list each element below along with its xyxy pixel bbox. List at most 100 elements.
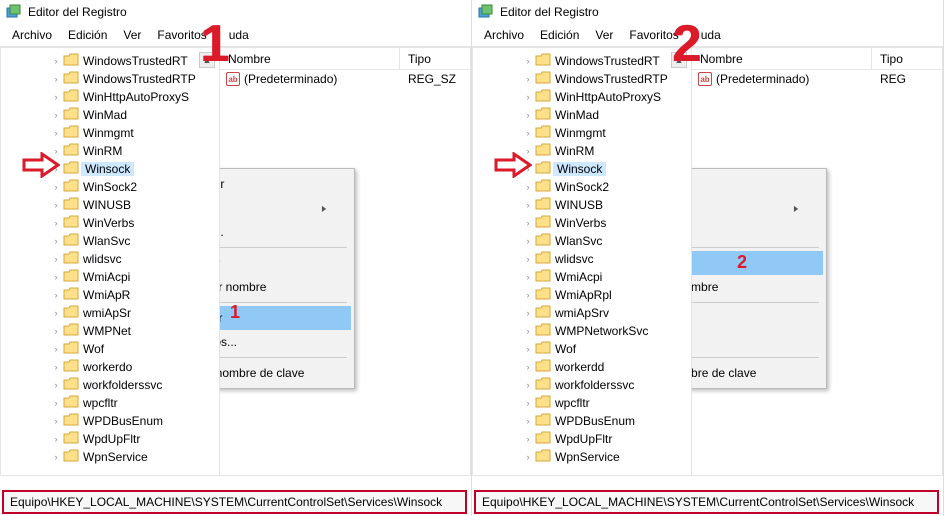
tree-item[interactable]: ›workfolderssvc [43,376,219,394]
chevron-right-icon[interactable]: › [51,74,61,84]
cm-expand[interactable]: Expandir [220,172,351,196]
value-row[interactable]: ab (Predeterminado) REG_SZ [220,70,470,88]
tree-item[interactable]: ›WPDBusEnum [43,412,219,430]
tree-item[interactable]: ›WinMad [515,106,691,124]
tree-item[interactable]: ›WinHttpAutoProxyS [515,88,691,106]
tree-item[interactable]: ›WinVerbs [515,214,691,232]
chevron-right-icon[interactable]: › [523,56,533,66]
tree-item[interactable]: ›Wof [515,340,691,358]
chevron-right-icon[interactable]: › [523,236,533,246]
cm-find[interactable]: Buscar... [692,220,823,244]
menu-edit[interactable]: Edición [62,26,113,44]
values-pane[interactable]: Nombre Tipo ab (Predeterminado) REG_SZ E… [220,47,471,476]
column-type[interactable]: Tipo [400,52,470,66]
chevron-right-icon[interactable]: › [51,200,61,210]
tree-item[interactable]: ›WinHttpAutoProxyS [43,88,219,106]
chevron-right-icon[interactable]: › [523,110,533,120]
tree-item[interactable]: ›WMPNet [43,322,219,340]
tree-item[interactable]: ›WinSock2 [43,178,219,196]
chevron-right-icon[interactable]: › [523,92,533,102]
tree-item[interactable]: ›Winmgmt [43,124,219,142]
chevron-right-icon[interactable]: › [51,308,61,318]
column-name[interactable]: Nombre [692,48,872,69]
cm-perms[interactable]: Permisos... [220,330,351,354]
cm-new[interactable]: Nuevo [692,196,823,220]
chevron-right-icon[interactable]: › [523,272,533,282]
chevron-right-icon[interactable]: › [51,452,61,462]
tree-item[interactable]: ›workerdo [43,358,219,376]
tree-item[interactable]: ›WmiApR [43,286,219,304]
tree-item[interactable]: ›wmiApSr [43,304,219,322]
chevron-right-icon[interactable]: › [51,236,61,246]
cm-delete[interactable]: Eliminar [220,251,351,275]
tree-item[interactable]: ›WINUSB [43,196,219,214]
chevron-right-icon[interactable]: › [523,344,533,354]
tree-item[interactable]: ›WlanSvc [43,232,219,250]
tree-item[interactable]: ›Winsock [43,160,219,178]
cm-perms[interactable]: Permisos... [692,330,823,354]
cm-rename[interactable]: Cambiar nombre [692,275,823,299]
chevron-right-icon[interactable]: › [51,344,61,354]
chevron-right-icon[interactable]: › [523,218,533,228]
tree-item[interactable]: ›WpdUpFltr [43,430,219,448]
tree-item[interactable]: ›WindowsTrustedRTP [515,70,691,88]
chevron-right-icon[interactable]: › [51,398,61,408]
tree-item[interactable]: ›WindowsTrustedRT [515,52,691,70]
chevron-right-icon[interactable]: › [523,74,533,84]
cm-copykey[interactable]: Copiar nombre de clave [692,361,823,385]
cm-find[interactable]: Buscar... [220,220,351,244]
menu-file[interactable]: Archivo [6,26,58,44]
tree-item[interactable]: ›wlidsvc [43,250,219,268]
tree-item[interactable]: ›Winsock [515,160,691,178]
tree-item[interactable]: ›WPDBusEnum [515,412,691,430]
tree-item[interactable]: ›WlanSvc [515,232,691,250]
tree-item[interactable]: ›workerdd [515,358,691,376]
values-pane[interactable]: Nombre Tipo ab (Predeterminado) REG Expa… [692,47,943,476]
menu-view[interactable]: Ver [589,26,619,44]
chevron-right-icon[interactable]: › [51,272,61,282]
column-type[interactable]: Tipo [872,52,942,66]
chevron-right-icon[interactable]: › [523,254,533,264]
chevron-right-icon[interactable]: › [523,128,533,138]
chevron-right-icon[interactable]: › [523,380,533,390]
chevron-right-icon[interactable]: › [51,416,61,426]
chevron-right-icon[interactable]: › [523,326,533,336]
tree-item[interactable]: ›WinRM [515,142,691,160]
chevron-right-icon[interactable]: › [523,416,533,426]
tree-item[interactable]: ›wpcfltr [515,394,691,412]
chevron-right-icon[interactable]: › [51,218,61,228]
tree-item[interactable]: ›WinRM [43,142,219,160]
cm-rename[interactable]: Cambiar nombre [220,275,351,299]
chevron-right-icon[interactable]: › [51,326,61,336]
tree-view[interactable]: ▲ ›WindowsTrustedRT›WindowsTrustedRTP›Wi… [0,47,220,476]
cm-copykey[interactable]: Copiar nombre de clave [220,361,351,385]
chevron-right-icon[interactable]: › [523,398,533,408]
column-name[interactable]: Nombre [220,48,400,69]
tree-item[interactable]: ›WmiApRpl [515,286,691,304]
chevron-right-icon[interactable]: › [51,56,61,66]
tree-item[interactable]: ›WpnService [515,448,691,466]
chevron-right-icon[interactable]: › [51,254,61,264]
chevron-right-icon[interactable]: › [51,362,61,372]
tree-item[interactable]: ›WmiAcpi [515,268,691,286]
tree-item[interactable]: ›workfolderssvc [515,376,691,394]
tree-item[interactable]: ›WinMad [43,106,219,124]
tree-item[interactable]: ›WindowsTrustedRTP [43,70,219,88]
tree-item[interactable]: ›Wof [43,340,219,358]
chevron-right-icon[interactable]: › [51,182,61,192]
menu-file[interactable]: Archivo [478,26,530,44]
tree-item[interactable]: ›WMPNetworkSvc [515,322,691,340]
value-row[interactable]: ab (Predeterminado) REG [692,70,942,88]
chevron-right-icon[interactable]: › [523,290,533,300]
tree-item[interactable]: ›wpcfltr [43,394,219,412]
chevron-right-icon[interactable]: › [51,92,61,102]
tree-view[interactable]: ▲ ›WindowsTrustedRT›WindowsTrustedRTP›Wi… [472,47,692,476]
cm-expand[interactable]: Expandir [692,172,823,196]
tree-item[interactable]: ›WinVerbs [43,214,219,232]
cm-new[interactable]: Nuevo [220,196,351,220]
chevron-right-icon[interactable]: › [523,308,533,318]
chevron-right-icon[interactable]: › [51,128,61,138]
menu-view[interactable]: Ver [117,26,147,44]
chevron-right-icon[interactable]: › [51,380,61,390]
chevron-right-icon[interactable]: › [523,362,533,372]
